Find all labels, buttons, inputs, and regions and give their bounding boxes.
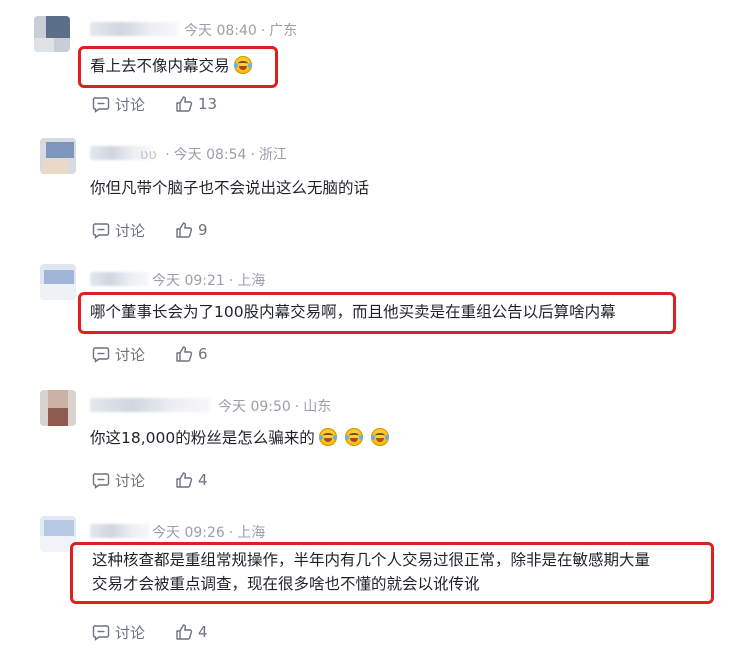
comment-meta: 今天 09:21上海 xyxy=(152,270,265,290)
comment-text: 这种核查都是重组常规操作，半年内有几个人交易过很正常，除非是在敏感期大量 交易才… xyxy=(92,548,650,596)
comment-meta: 今天 09:50山东 xyxy=(218,396,331,416)
comment-time: 今天 09:21 xyxy=(152,273,225,289)
like-button[interactable]: 4 xyxy=(175,623,208,641)
comment-text-line-1: 这种核查都是重组常规操作，半年内有几个人交易过很正常，除非是在敏感期大量 xyxy=(92,551,651,569)
comment-time: 今天 08:40 xyxy=(184,23,257,39)
like-count: 4 xyxy=(198,623,208,641)
comment-bubble-icon xyxy=(92,223,110,239)
comment-location: 浙江 xyxy=(246,147,286,163)
discuss-button[interactable]: 讨论 xyxy=(92,344,145,365)
discuss-label: 讨论 xyxy=(115,471,146,490)
username-blurred[interactable] xyxy=(90,22,178,36)
avatar[interactable] xyxy=(40,264,76,300)
laughing-crying-emoji-icon xyxy=(233,56,252,74)
comment-text-line-2: 交易才会被重点调查，现在很多啥也不懂的就会以讹传讹 xyxy=(92,575,480,593)
comment-meta: 今天 09:26上海 xyxy=(152,522,265,542)
avatar[interactable] xyxy=(40,390,76,426)
like-button[interactable]: 4 xyxy=(175,471,208,489)
username-blurred[interactable] xyxy=(90,272,148,286)
comment-bubble-icon xyxy=(92,473,110,489)
thumb-up-icon xyxy=(176,96,193,112)
comment-meta: 今天 08:40广东 xyxy=(184,20,297,40)
thumb-up-icon xyxy=(176,472,193,488)
comment-bubble-icon xyxy=(92,97,110,113)
avatar[interactable] xyxy=(34,16,70,52)
thumb-up-icon xyxy=(176,222,193,238)
comment-actions: 讨论 9 xyxy=(92,220,238,240)
laughing-crying-emoji-icon xyxy=(318,428,337,446)
comment-meta: ʋʋ 今天 08:54浙江 xyxy=(140,144,287,164)
comment-actions: 讨论 13 xyxy=(92,94,247,114)
thumb-up-icon xyxy=(176,624,193,640)
like-count: 6 xyxy=(198,345,208,363)
like-count: 13 xyxy=(198,95,218,113)
discuss-button[interactable]: 讨论 xyxy=(92,94,145,115)
avatar[interactable] xyxy=(40,138,76,174)
laughing-crying-emoji-icon xyxy=(344,428,363,446)
comment-text: 哪个董事长会为了100股内幕交易啊，而且他买卖是在重组公告以后算啥内幕 xyxy=(90,303,616,321)
comment-time: 今天 09:26 xyxy=(152,525,225,541)
laughing-crying-emoji-icon xyxy=(370,428,389,446)
discuss-label: 讨论 xyxy=(115,95,146,114)
discuss-button[interactable]: 讨论 xyxy=(92,470,145,491)
thumb-up-icon xyxy=(176,346,193,362)
comment-text: 你这18,000的粉丝是怎么骗来的 xyxy=(90,426,389,450)
discuss-label: 讨论 xyxy=(115,221,146,240)
comment-bubble-icon xyxy=(92,347,110,363)
comment-location: 广东 xyxy=(257,23,297,39)
comment-location: 上海 xyxy=(225,273,265,289)
username-fragment: ʋʋ xyxy=(140,147,157,163)
discuss-button[interactable]: 讨论 xyxy=(92,220,145,241)
comment-time: 今天 08:54 xyxy=(161,147,246,163)
discuss-label: 讨论 xyxy=(115,345,146,364)
comment-text: 你但凡带个脑子也不会说出这么无脑的话 xyxy=(90,179,370,197)
username-blurred[interactable] xyxy=(90,398,210,412)
discuss-button[interactable]: 讨论 xyxy=(92,622,145,643)
comment-bubble-icon xyxy=(92,625,110,641)
discuss-label: 讨论 xyxy=(115,623,146,642)
comment-time: 今天 09:50 xyxy=(218,399,291,415)
like-button[interactable]: 6 xyxy=(175,345,208,363)
comment-actions: 讨论 4 xyxy=(92,622,238,642)
comment-actions: 讨论 4 xyxy=(92,470,238,490)
like-button[interactable]: 9 xyxy=(175,221,208,239)
comment-location: 山东 xyxy=(291,399,331,415)
comment-actions: 讨论 6 xyxy=(92,344,238,364)
comment-location: 上海 xyxy=(225,525,265,541)
like-count: 9 xyxy=(198,221,208,239)
like-button[interactable]: 13 xyxy=(175,95,217,113)
username-blurred[interactable] xyxy=(90,524,150,538)
comment-text: 看上去不像内幕交易 xyxy=(90,54,252,78)
like-count: 4 xyxy=(198,471,208,489)
